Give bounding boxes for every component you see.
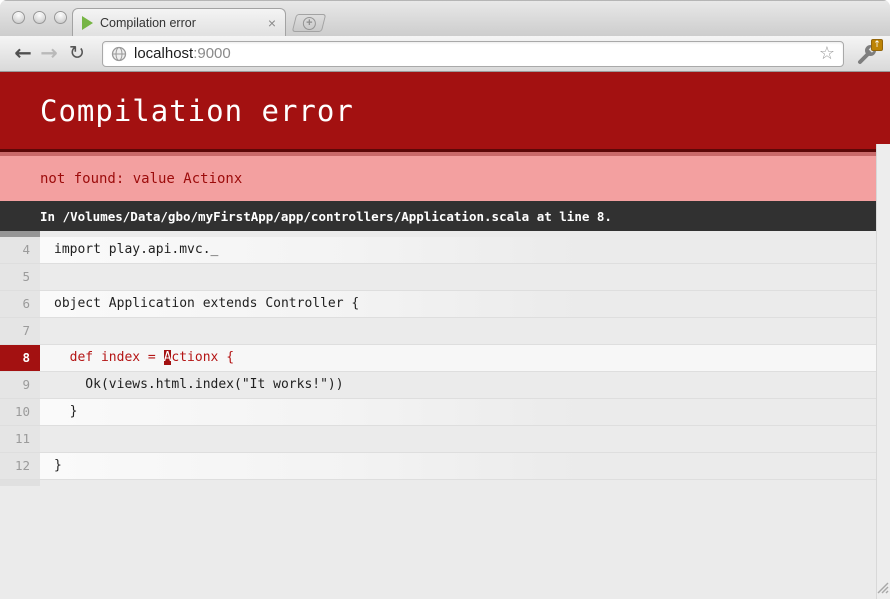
code-line-10: 10 } — [0, 399, 890, 426]
error-message: not found: value Actionx — [0, 171, 242, 187]
line-code — [40, 264, 890, 290]
window-controls — [12, 11, 67, 24]
error-page: Compilation error not found: value Actio… — [0, 72, 890, 599]
page-title: Compilation error — [0, 94, 354, 128]
scrollbar-track[interactable] — [876, 144, 890, 599]
line-code: def index = Actionx { — [40, 345, 890, 371]
browser-toolbar: ← → ↻ localhost:9000 ☆ ↑ — [0, 36, 890, 72]
plus-icon: + — [303, 17, 316, 30]
minimize-window-button[interactable] — [33, 11, 46, 24]
code-line-8: 8 def index = Actionx { — [0, 345, 890, 372]
play-framework-icon — [82, 16, 93, 30]
code-rows: 4import play.api.mvc._56object Applicati… — [0, 237, 890, 480]
line-code: Ok(views.html.index("It works!")) — [40, 372, 890, 398]
line-code — [40, 318, 890, 344]
resize-grip-icon[interactable] — [876, 579, 889, 598]
line-number: 9 — [0, 372, 40, 398]
code-line-11: 11 — [0, 426, 890, 453]
error-banner: not found: value Actionx — [0, 152, 890, 201]
error-location-bar: In /Volumes/Data/gbo/myFirstApp/app/cont… — [0, 201, 890, 231]
code-listing: 4import play.api.mvc._56object Applicati… — [0, 231, 890, 486]
url-port: :9000 — [193, 45, 231, 62]
code-line-9: 9 Ok(views.html.index("It works!")) — [0, 372, 890, 399]
url-host: localhost — [134, 45, 193, 62]
url-text[interactable]: localhost:9000 — [134, 45, 819, 62]
code-line-6: 6object Application extends Controller { — [0, 291, 890, 318]
line-code: } — [40, 399, 890, 425]
tab-compilation-error[interactable]: Compilation error × — [72, 8, 286, 37]
update-badge: ↑ — [871, 39, 883, 51]
forward-button[interactable]: → — [36, 43, 62, 64]
gutter-stub-bottom — [0, 480, 40, 486]
tab-strip: Compilation error × + — [0, 0, 890, 36]
browser-window: Compilation error × + ← → ↻ localhost:90… — [0, 0, 890, 599]
line-number: 7 — [0, 318, 40, 344]
error-marker: A — [164, 350, 172, 365]
new-tab-button[interactable]: + — [292, 14, 326, 32]
line-number: 5 — [0, 264, 40, 290]
error-location: In /Volumes/Data/gbo/myFirstApp/app/cont… — [0, 209, 612, 224]
zoom-window-button[interactable] — [54, 11, 67, 24]
line-number: 11 — [0, 426, 40, 452]
back-button[interactable]: ← — [10, 43, 36, 64]
close-window-button[interactable] — [12, 11, 25, 24]
line-number: 10 — [0, 399, 40, 425]
tab-title: Compilation error — [100, 16, 262, 30]
tab-close-icon[interactable]: × — [262, 16, 276, 30]
address-bar[interactable]: localhost:9000 ☆ — [102, 41, 844, 67]
line-number: 6 — [0, 291, 40, 317]
reload-button[interactable]: ↻ — [64, 43, 90, 64]
line-number: 4 — [0, 237, 40, 263]
line-code: object Application extends Controller { — [40, 291, 890, 317]
settings-wrench-button[interactable]: ↑ — [854, 41, 880, 67]
code-line-12: 12} — [0, 453, 890, 480]
code-line-5: 5 — [0, 264, 890, 291]
globe-icon — [111, 46, 127, 62]
code-line-7: 7 — [0, 318, 890, 345]
line-code — [40, 426, 890, 452]
bookmark-star-icon[interactable]: ☆ — [819, 45, 835, 63]
line-number: 8 — [0, 345, 40, 371]
code-line-4: 4import play.api.mvc._ — [0, 237, 890, 264]
line-code: } — [40, 453, 890, 479]
page-title-header: Compilation error — [0, 72, 890, 152]
line-number: 12 — [0, 453, 40, 479]
line-code: import play.api.mvc._ — [40, 237, 890, 263]
